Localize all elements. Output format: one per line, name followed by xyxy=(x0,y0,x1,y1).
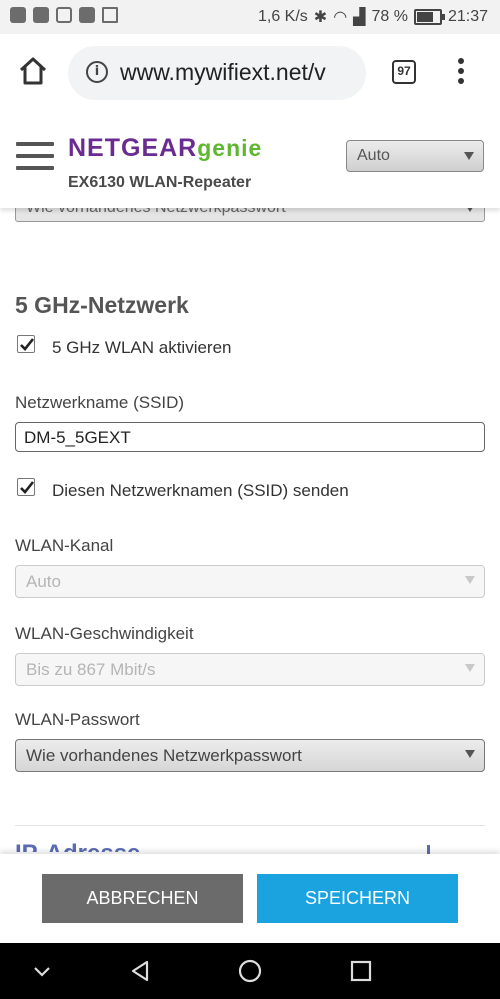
chevron-down-icon xyxy=(464,152,474,160)
speed-select: Bis zu 867 Mbit/s xyxy=(15,653,485,686)
language-value: Auto xyxy=(357,147,390,164)
url-text[interactable]: www.mywifiext.net/v xyxy=(120,59,358,86)
overflow-menu-icon[interactable] xyxy=(454,58,468,88)
wifi-icon: ◠ xyxy=(333,9,348,26)
action-bar: ABBRECHEN SPEICHERN xyxy=(0,854,500,943)
home-circle-icon[interactable] xyxy=(236,957,264,985)
chart-icon xyxy=(33,7,49,23)
speed-value: Bis zu 867 Mbit/s xyxy=(26,660,156,679)
cancel-button[interactable]: ABBRECHEN xyxy=(42,874,243,923)
chevron-down-icon xyxy=(465,576,475,584)
network-speed: 1,6 K/s xyxy=(257,8,308,25)
chevron-down-icon xyxy=(465,750,475,758)
keyboard-icon xyxy=(79,7,95,23)
shield-icon xyxy=(10,7,26,23)
browser-toolbar: i www.mywifiext.net/v 97 xyxy=(0,34,500,112)
channel-label: WLAN-Kanal xyxy=(15,536,114,555)
channel-value: Auto xyxy=(26,572,61,591)
netgear-genie-logo: NETGEARgenie xyxy=(68,134,262,163)
password-value: Wie vorhandenes Netzwerkpasswort xyxy=(26,746,302,765)
chevron-down-icon[interactable] xyxy=(28,957,56,985)
bluetooth-icon: ✱ xyxy=(313,9,328,26)
language-select[interactable]: Auto xyxy=(346,140,484,172)
home-small-icon xyxy=(102,7,118,23)
section-title-ip: IP-Adresse xyxy=(15,838,140,852)
logo-genie: genie xyxy=(197,135,263,161)
hamburger-menu-icon[interactable] xyxy=(16,142,54,170)
battery-icon xyxy=(413,9,445,25)
channel-select: Auto xyxy=(15,565,485,598)
section-divider xyxy=(15,825,485,826)
save-button[interactable]: SPEICHERN xyxy=(257,874,458,923)
logo-netgear: NETGEAR xyxy=(68,134,198,162)
clock: 21:37 xyxy=(447,8,488,25)
speed-label: WLAN-Geschwindigkeit xyxy=(15,624,194,643)
status-bar: 1,6 K/s ✱ ◠ ▟ 78 % 21:37 xyxy=(0,0,500,34)
enable-5ghz-label[interactable]: 5 GHz WLAN aktivieren xyxy=(52,338,232,358)
tab-switcher-button[interactable]: 97 xyxy=(392,60,416,84)
ssid-input[interactable]: DM-5_5GEXT xyxy=(15,422,485,452)
home-icon[interactable] xyxy=(16,54,50,88)
broadcast-ssid-label[interactable]: Diesen Netzwerknamen (SSID) senden xyxy=(52,481,349,501)
app-header: NETGEARgenie EX6130 WLAN-Repeater Auto xyxy=(0,112,500,208)
section-title-5ghz: 5 GHz-Netzwerk xyxy=(15,292,189,318)
check-icon xyxy=(20,481,35,494)
device-model: EX6130 WLAN-Repeater xyxy=(68,174,252,191)
info-icon[interactable]: i xyxy=(86,61,108,83)
ip-heading-text: IP-Adresse xyxy=(15,840,140,852)
enable-5ghz-checkbox[interactable] xyxy=(17,335,35,353)
ssid-label: Netzwerkname (SSID) xyxy=(15,393,185,412)
navigation-bar xyxy=(0,943,500,999)
system-indicators: 1,6 K/s ✱ ◠ ▟ 78 % 21:37 xyxy=(258,7,488,27)
chevron-down-icon xyxy=(465,664,475,672)
ssid-value: DM-5_5GEXT xyxy=(24,428,131,447)
signal-icon: ▟ xyxy=(353,9,366,26)
recents-icon[interactable] xyxy=(347,957,375,985)
battery-percent: 78 % xyxy=(371,8,408,25)
password-label: WLAN-Passwort xyxy=(15,710,140,729)
check-icon xyxy=(20,338,35,351)
broadcast-ssid-checkbox[interactable] xyxy=(17,478,35,496)
address-bar[interactable]: i www.mywifiext.net/v xyxy=(68,46,366,100)
tools-icon xyxy=(56,7,72,23)
back-icon[interactable] xyxy=(126,957,154,985)
password-select[interactable]: Wie vorhandenes Netzwerkpasswort xyxy=(15,739,485,772)
notification-icons xyxy=(10,7,118,23)
